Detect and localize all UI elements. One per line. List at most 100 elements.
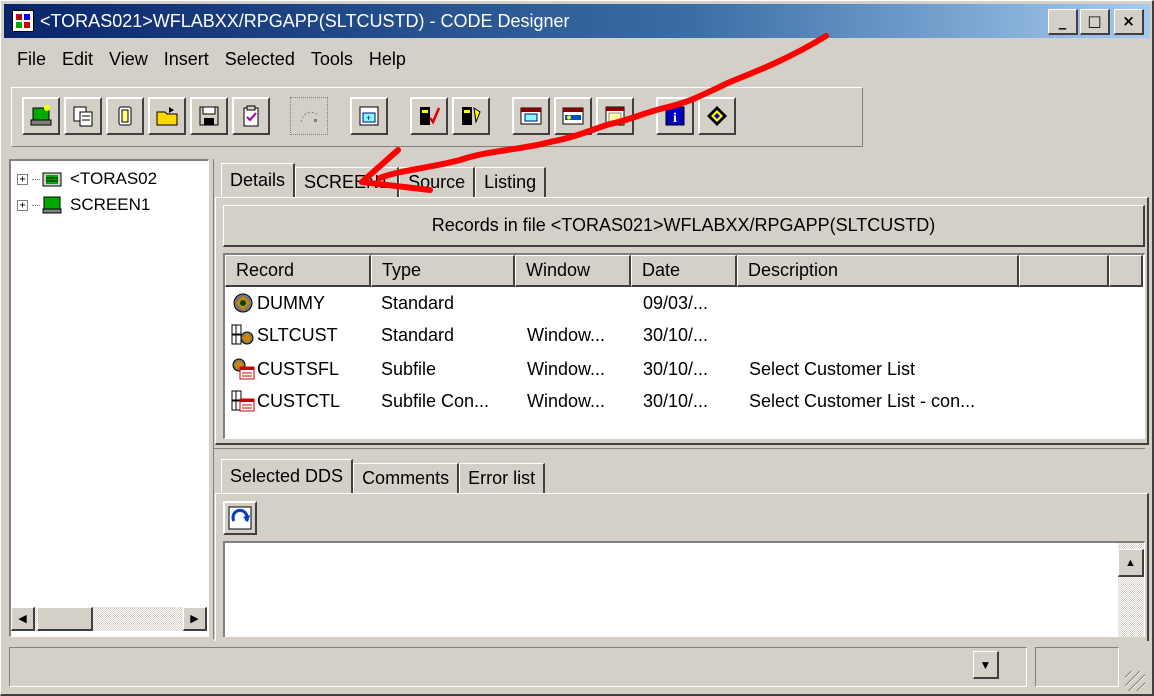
arrange-icon bbox=[300, 111, 318, 123]
column-description[interactable]: Description bbox=[737, 255, 1019, 287]
app-icon[interactable] bbox=[12, 10, 34, 32]
help-button[interactable] bbox=[698, 97, 736, 135]
tab-details[interactable]: Details bbox=[221, 163, 296, 197]
window-title: <TORAS021>WFLABXX/RPGAPP(SLTCUSTD) - COD… bbox=[40, 10, 570, 31]
cell-description: Select Customer List - con... bbox=[749, 390, 976, 411]
menu-bar: File Edit View Insert Selected Tools Hel… bbox=[9, 47, 414, 75]
status-bar: ▼ bbox=[9, 645, 1145, 691]
column-type[interactable]: Type bbox=[371, 255, 515, 287]
table-row[interactable]: CUSTSFL Subfile Window... 30/10/... Sele… bbox=[225, 357, 1023, 381]
toolbar: + i bbox=[11, 87, 863, 147]
cell-date: 09/03/... bbox=[643, 292, 709, 313]
resize-grip-icon[interactable] bbox=[1125, 671, 1145, 691]
screen-layout-button[interactable]: + bbox=[350, 97, 388, 135]
save-button[interactable] bbox=[190, 97, 228, 135]
standard-record-icon bbox=[231, 324, 254, 345]
horizontal-splitter[interactable] bbox=[213, 445, 1145, 449]
subfile-record-icon bbox=[232, 358, 255, 380]
cell-window: Window... bbox=[527, 390, 606, 411]
tree-item-screen1[interactable]: + SCREEN1 bbox=[17, 193, 150, 217]
tree-horizontal-scrollbar[interactable]: ◀ ▶ bbox=[11, 607, 207, 631]
status-dropdown-button[interactable]: ▼ bbox=[973, 651, 999, 679]
app-window: <TORAS021>WFLABXX/RPGAPP(SLTCUSTD) - COD… bbox=[0, 0, 1154, 696]
tree-item-library[interactable]: + <TORAS02 bbox=[17, 167, 157, 191]
column-record[interactable]: Record bbox=[225, 255, 371, 287]
copy-records-button[interactable] bbox=[64, 97, 102, 135]
subfile-icon bbox=[605, 106, 625, 126]
record-window-button[interactable] bbox=[512, 97, 550, 135]
library-icon bbox=[42, 172, 62, 187]
scroll-right-icon[interactable]: ▶ bbox=[183, 607, 207, 631]
cell-type: Standard bbox=[381, 292, 455, 313]
scroll-left-icon[interactable]: ◀ bbox=[11, 607, 35, 631]
expand-icon[interactable]: + bbox=[17, 199, 28, 211]
cell-record: DUMMY bbox=[257, 292, 325, 313]
svg-text:i: i bbox=[673, 111, 677, 126]
properties-icon bbox=[243, 105, 259, 127]
selected-dds-text[interactable]: ▲ bbox=[223, 541, 1145, 637]
edit-dds-button[interactable] bbox=[452, 97, 490, 135]
menu-insert[interactable]: Insert bbox=[156, 47, 217, 75]
field-button[interactable] bbox=[554, 97, 592, 135]
table-row[interactable]: DUMMY Standard 09/03/... bbox=[225, 291, 1023, 315]
check-dds-button[interactable] bbox=[410, 97, 448, 135]
arrange-button[interactable] bbox=[290, 97, 328, 135]
vertical-splitter[interactable] bbox=[211, 159, 214, 639]
tab-screen1[interactable]: SCREEN1 bbox=[295, 167, 400, 197]
scroll-thumb[interactable] bbox=[37, 607, 93, 631]
edit-dds-icon bbox=[462, 106, 481, 125]
tab-listing[interactable]: Listing bbox=[475, 167, 547, 197]
new-file-icon bbox=[118, 106, 132, 126]
tab-selected-dds[interactable]: Selected DDS bbox=[221, 459, 354, 493]
cell-date: 30/10/... bbox=[643, 324, 709, 345]
refresh-button[interactable] bbox=[223, 501, 257, 535]
tab-comments[interactable]: Comments bbox=[353, 463, 460, 493]
info-icon: i bbox=[665, 106, 685, 126]
column-date[interactable]: Date bbox=[631, 255, 737, 287]
menu-tools[interactable]: Tools bbox=[303, 47, 361, 75]
records-list[interactable]: Record Type Window Date Description DUMM… bbox=[223, 253, 1145, 439]
check-dds-icon bbox=[420, 107, 441, 125]
expand-icon[interactable]: + bbox=[17, 173, 28, 185]
maximize-button[interactable]: □ bbox=[1080, 9, 1110, 35]
tree-item-label: <TORAS02 bbox=[70, 169, 158, 188]
table-row[interactable]: CUSTCTL Subfile Con... Window... 30/10/.… bbox=[225, 389, 1023, 413]
help-icon bbox=[707, 106, 727, 126]
column-window[interactable]: Window bbox=[515, 255, 631, 287]
dds-vertical-scrollbar[interactable]: ▲ bbox=[1118, 543, 1144, 637]
cell-date: 30/10/... bbox=[643, 390, 709, 411]
table-row[interactable]: SLTCUST Standard Window... 30/10/... bbox=[225, 323, 1023, 347]
minimize-button[interactable]: _ bbox=[1048, 9, 1078, 35]
top-tabs: Details SCREEN1 Source Listing bbox=[221, 163, 547, 197]
cell-date: 30/10/... bbox=[643, 358, 709, 379]
new-file-button[interactable] bbox=[106, 97, 144, 135]
close-button[interactable]: × bbox=[1114, 9, 1144, 35]
scroll-up-icon[interactable]: ▲ bbox=[1118, 549, 1144, 577]
project-tree[interactable]: + <TORAS02 + SCREEN1 bbox=[9, 159, 209, 637]
tab-source[interactable]: Source bbox=[399, 167, 476, 197]
cell-record: CUSTSFL bbox=[257, 358, 340, 379]
properties-button[interactable] bbox=[232, 97, 270, 135]
tab-error-list[interactable]: Error list bbox=[459, 463, 546, 493]
open-icon bbox=[156, 107, 178, 126]
menu-selected[interactable]: Selected bbox=[217, 47, 303, 75]
open-button[interactable] bbox=[148, 97, 186, 135]
column-extra[interactable] bbox=[1109, 255, 1143, 287]
record-window-icon bbox=[520, 107, 542, 125]
column-extra[interactable] bbox=[1019, 255, 1109, 287]
screen-layout-icon: + bbox=[359, 106, 379, 126]
info-button[interactable]: i bbox=[656, 97, 694, 135]
bottom-tabs: Selected DDS Comments Error list bbox=[221, 459, 546, 493]
status-field-secondary bbox=[1035, 647, 1119, 687]
menu-view[interactable]: View bbox=[101, 47, 156, 75]
copy-records-icon bbox=[73, 106, 93, 127]
save-icon bbox=[199, 106, 219, 126]
new-icon bbox=[30, 105, 52, 126]
menu-file[interactable]: File bbox=[9, 47, 54, 75]
title-bar[interactable]: <TORAS021>WFLABXX/RPGAPP(SLTCUSTD) - COD… bbox=[4, 4, 1150, 38]
subfile-button[interactable] bbox=[596, 97, 634, 135]
menu-help[interactable]: Help bbox=[361, 47, 414, 75]
subfile-control-icon bbox=[231, 390, 255, 412]
menu-edit[interactable]: Edit bbox=[54, 47, 101, 75]
new-button[interactable] bbox=[22, 97, 60, 135]
